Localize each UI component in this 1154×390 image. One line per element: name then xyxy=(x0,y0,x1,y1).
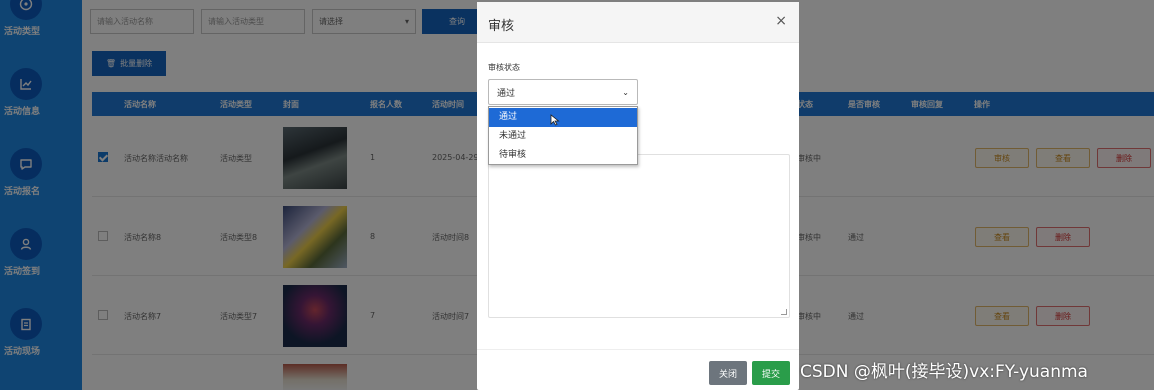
option-pending[interactable]: 待审核 xyxy=(489,146,637,165)
modal-title: 审核 xyxy=(488,19,515,34)
option-fail[interactable]: 未通过 xyxy=(489,127,637,146)
modal-footer-divider xyxy=(477,349,799,350)
modal-header: 审核 × xyxy=(477,2,799,43)
chevron-down-icon: ⌄ xyxy=(622,87,629,97)
option-pass[interactable]: 通过 xyxy=(489,108,637,127)
submit-button[interactable]: 提交 xyxy=(752,361,790,385)
audit-status-dropdown: 通过 未通过 待审核 xyxy=(488,106,638,165)
audit-status-label: 审核状态 xyxy=(488,63,520,72)
watermark: CSDN @枫叶(接毕设)vx:FY-yuanma xyxy=(800,362,1088,382)
audit-status-select[interactable]: 通过 ⌄ xyxy=(488,79,638,105)
resize-handle-icon[interactable] xyxy=(781,309,787,315)
audit-status-value: 通过 xyxy=(497,88,516,99)
close-icon[interactable]: × xyxy=(775,13,787,29)
audit-modal: 审核 × 审核状态 通过 ⌄ 通过 未通过 待审核 关闭 提交 xyxy=(477,2,799,390)
audit-reply-textarea[interactable] xyxy=(488,154,790,318)
mouse-cursor-icon xyxy=(550,114,560,126)
close-button[interactable]: 关闭 xyxy=(709,361,747,385)
